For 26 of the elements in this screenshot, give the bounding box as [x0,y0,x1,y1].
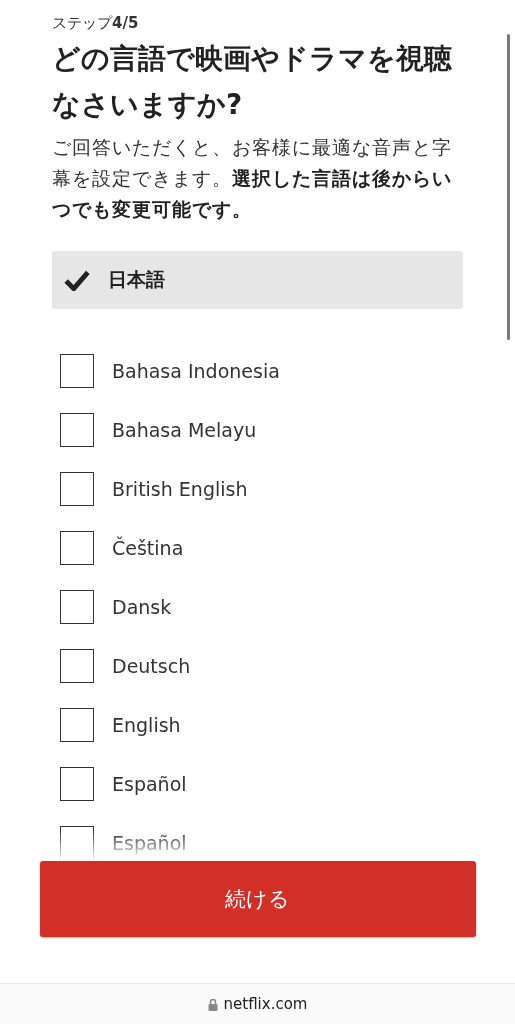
step-indicator: ステップ4/5 [52,14,140,34]
language-label[interactable]: British English [112,478,248,500]
language-label[interactable]: English [112,714,181,736]
language-label[interactable]: Bahasa Melayu [112,419,257,441]
checkbox[interactable] [60,767,94,801]
language-label[interactable]: Bahasa Indonesia [112,360,280,382]
checkbox[interactable] [60,413,94,447]
scrollbar[interactable] [507,34,510,340]
heading: どの言語で映画やドラマを視聴なさいますか? [52,41,453,123]
checkbox[interactable] [60,531,94,565]
description: ご回答いただくと、お客様に最適な音声と字幕を設定できます。選択した言語は後からいつでも変更可能です。 [52,135,452,222]
language-label[interactable]: Dansk [112,596,172,618]
checkmark-icon [64,269,90,291]
checkbox[interactable] [60,590,94,624]
checkbox[interactable] [60,708,94,742]
checkbox[interactable] [60,649,94,683]
url-text[interactable]: netflix.com [223,995,308,1013]
language-label[interactable]: Español [112,773,187,795]
checkbox[interactable] [60,472,94,506]
checkbox[interactable] [60,826,94,860]
checkbox[interactable] [60,354,94,388]
continue-button[interactable]: 続ける [39,861,476,937]
language-label[interactable]: Čeština [112,537,184,559]
lock-icon [207,997,218,1011]
selected-language-option[interactable]: 日本語 [52,251,463,309]
language-label[interactable]: Deutsch [112,655,191,677]
